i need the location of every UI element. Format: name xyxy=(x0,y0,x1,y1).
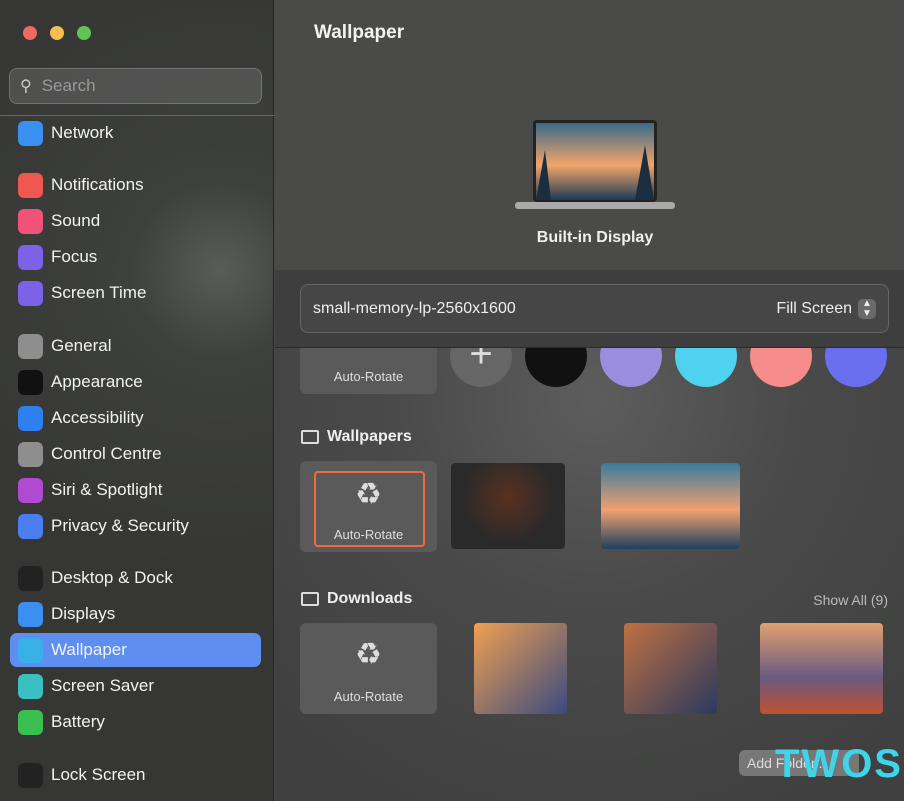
sidebar-item-label: Accessibility xyxy=(51,408,144,427)
sidebar-item-label: Control Centre xyxy=(51,444,162,463)
toggles-icon xyxy=(18,441,43,467)
sidebar: ⚲ Search Network Notifications Sound Focus Sc… xyxy=(0,0,274,801)
sidebar-item-desktop-dock[interactable]: Desktop & Dock xyxy=(10,561,261,595)
watermark-logo: TWOS xyxy=(775,742,903,786)
downloads-auto-rotate[interactable]: ♻ Auto-Rotate xyxy=(300,623,437,714)
close-button[interactable] xyxy=(23,26,37,40)
appearance-icon xyxy=(18,369,43,395)
wallpaper-thumb-dark[interactable] xyxy=(451,463,565,549)
wallpaper-name: small-memory-lp-2560x1600 xyxy=(313,299,516,317)
wallpaper-selector[interactable]: small-memory-lp-2560x1600 Fill Screen ▲ ▼ xyxy=(300,284,889,333)
sidebar-item-focus[interactable]: Focus xyxy=(10,240,261,274)
fit-dropdown[interactable]: Fill Screen ▲ ▼ xyxy=(776,298,876,319)
sidebar-item-screen-time[interactable]: Screen Time xyxy=(10,276,261,310)
sidebar-item-accessibility[interactable]: Accessibility xyxy=(10,401,261,435)
sun-icon xyxy=(18,601,43,627)
sidebar-item-siri-spotlight[interactable]: Siri & Spotlight xyxy=(10,473,261,507)
page-title: Wallpaper xyxy=(314,22,405,43)
sidebar-item-label: Lock Screen xyxy=(51,765,146,784)
hand-icon xyxy=(18,513,43,539)
wallpaper-thumb-forest[interactable] xyxy=(601,463,740,549)
sidebar-item-label: Desktop & Dock xyxy=(51,568,173,587)
sidebar-item-label: Screen Time xyxy=(51,283,147,302)
sidebar-item-label: Privacy & Security xyxy=(51,516,189,535)
wallpaper-icon xyxy=(18,637,43,663)
sidebar-item-label: General xyxy=(51,336,112,355)
search-icon: ⚲ xyxy=(20,78,32,95)
sidebar-item-label: Network xyxy=(51,123,114,142)
sidebar-item-general[interactable]: General xyxy=(10,329,261,363)
auto-rotate-label: Auto-Rotate xyxy=(333,689,404,704)
minimize-button[interactable] xyxy=(50,26,64,40)
globe-icon xyxy=(18,120,43,146)
sidebar-item-label: Screen Saver xyxy=(51,676,154,695)
wallpapers-section: Wallpapers xyxy=(301,428,412,446)
sidebar-item-sound[interactable]: Sound xyxy=(10,204,261,238)
download-thumb-3[interactable] xyxy=(760,623,883,714)
downloads-section: Downloads xyxy=(301,590,412,608)
section-title: Downloads xyxy=(327,590,413,607)
sidebar-item-label: Wallpaper xyxy=(51,640,127,659)
chevron-updown-icon: ▲ ▼ xyxy=(858,298,876,319)
sidebar-item-privacy-security[interactable]: Privacy & Security xyxy=(10,509,261,543)
display-name: Built-in Display xyxy=(536,229,654,246)
wallpapers-auto-rotate[interactable]: ♻ Auto-Rotate xyxy=(300,461,437,552)
sidebar-item-network[interactable]: Network xyxy=(10,116,261,150)
laptop-preview[interactable] xyxy=(515,120,675,215)
folder-icon xyxy=(301,592,319,606)
fit-option: Fill Screen xyxy=(776,299,852,317)
bell-icon xyxy=(18,172,43,198)
zoom-button[interactable] xyxy=(77,26,91,40)
sidebar-item-wallpaper[interactable]: Wallpaper xyxy=(10,633,261,667)
download-thumb-2[interactable] xyxy=(624,623,717,714)
sidebar-item-screen-saver[interactable]: Screen Saver xyxy=(10,669,261,703)
show-all-link[interactable]: Show All (9) xyxy=(813,592,888,608)
window-controls xyxy=(23,26,91,40)
sidebar-item-appearance[interactable]: Appearance xyxy=(10,365,261,399)
search-placeholder: Search xyxy=(41,76,96,95)
sidebar-item-label: Appearance xyxy=(51,372,143,391)
sidebar-item-label: Displays xyxy=(51,604,116,623)
battery-icon xyxy=(18,709,43,735)
sidebar-item-label: Battery xyxy=(51,712,105,731)
folder-icon xyxy=(301,430,319,444)
recycle-icon: ♻ xyxy=(355,478,382,511)
screensaver-icon xyxy=(18,673,43,699)
sidebar-item-displays[interactable]: Displays xyxy=(10,597,261,631)
main-pane: Wallpaper Built-in Display small-memory-… xyxy=(275,0,904,801)
colors-auto-rotate[interactable]: Auto-Rotate xyxy=(300,348,437,394)
sidebar-item-label: Siri & Spotlight xyxy=(51,480,163,499)
sidebar-item-battery[interactable]: Battery xyxy=(10,705,261,739)
gear-icon xyxy=(18,333,43,359)
hourglass-icon xyxy=(18,280,43,306)
sidebar-item-label: Focus xyxy=(51,247,98,266)
sidebar-item-label: Notifications xyxy=(51,175,144,194)
moon-icon xyxy=(18,244,43,270)
auto-rotate-label: Auto-Rotate xyxy=(333,369,404,384)
speaker-icon xyxy=(18,208,43,234)
search-input[interactable]: ⚲ Search xyxy=(9,68,262,104)
sidebar-item-label: Sound xyxy=(51,211,101,230)
download-thumb-1[interactable] xyxy=(474,623,567,714)
dock-icon xyxy=(18,565,43,591)
sidebar-item-control-centre[interactable]: Control Centre xyxy=(10,437,261,471)
section-title: Wallpapers xyxy=(327,428,412,445)
sidebar-item-lock-screen[interactable]: Lock Screen xyxy=(10,758,261,792)
accessibility-icon xyxy=(18,405,43,431)
sidebar-item-notifications[interactable]: Notifications xyxy=(10,168,261,202)
lock-icon xyxy=(18,762,43,788)
recycle-icon: ♻ xyxy=(355,638,382,671)
siri-icon xyxy=(18,477,43,503)
